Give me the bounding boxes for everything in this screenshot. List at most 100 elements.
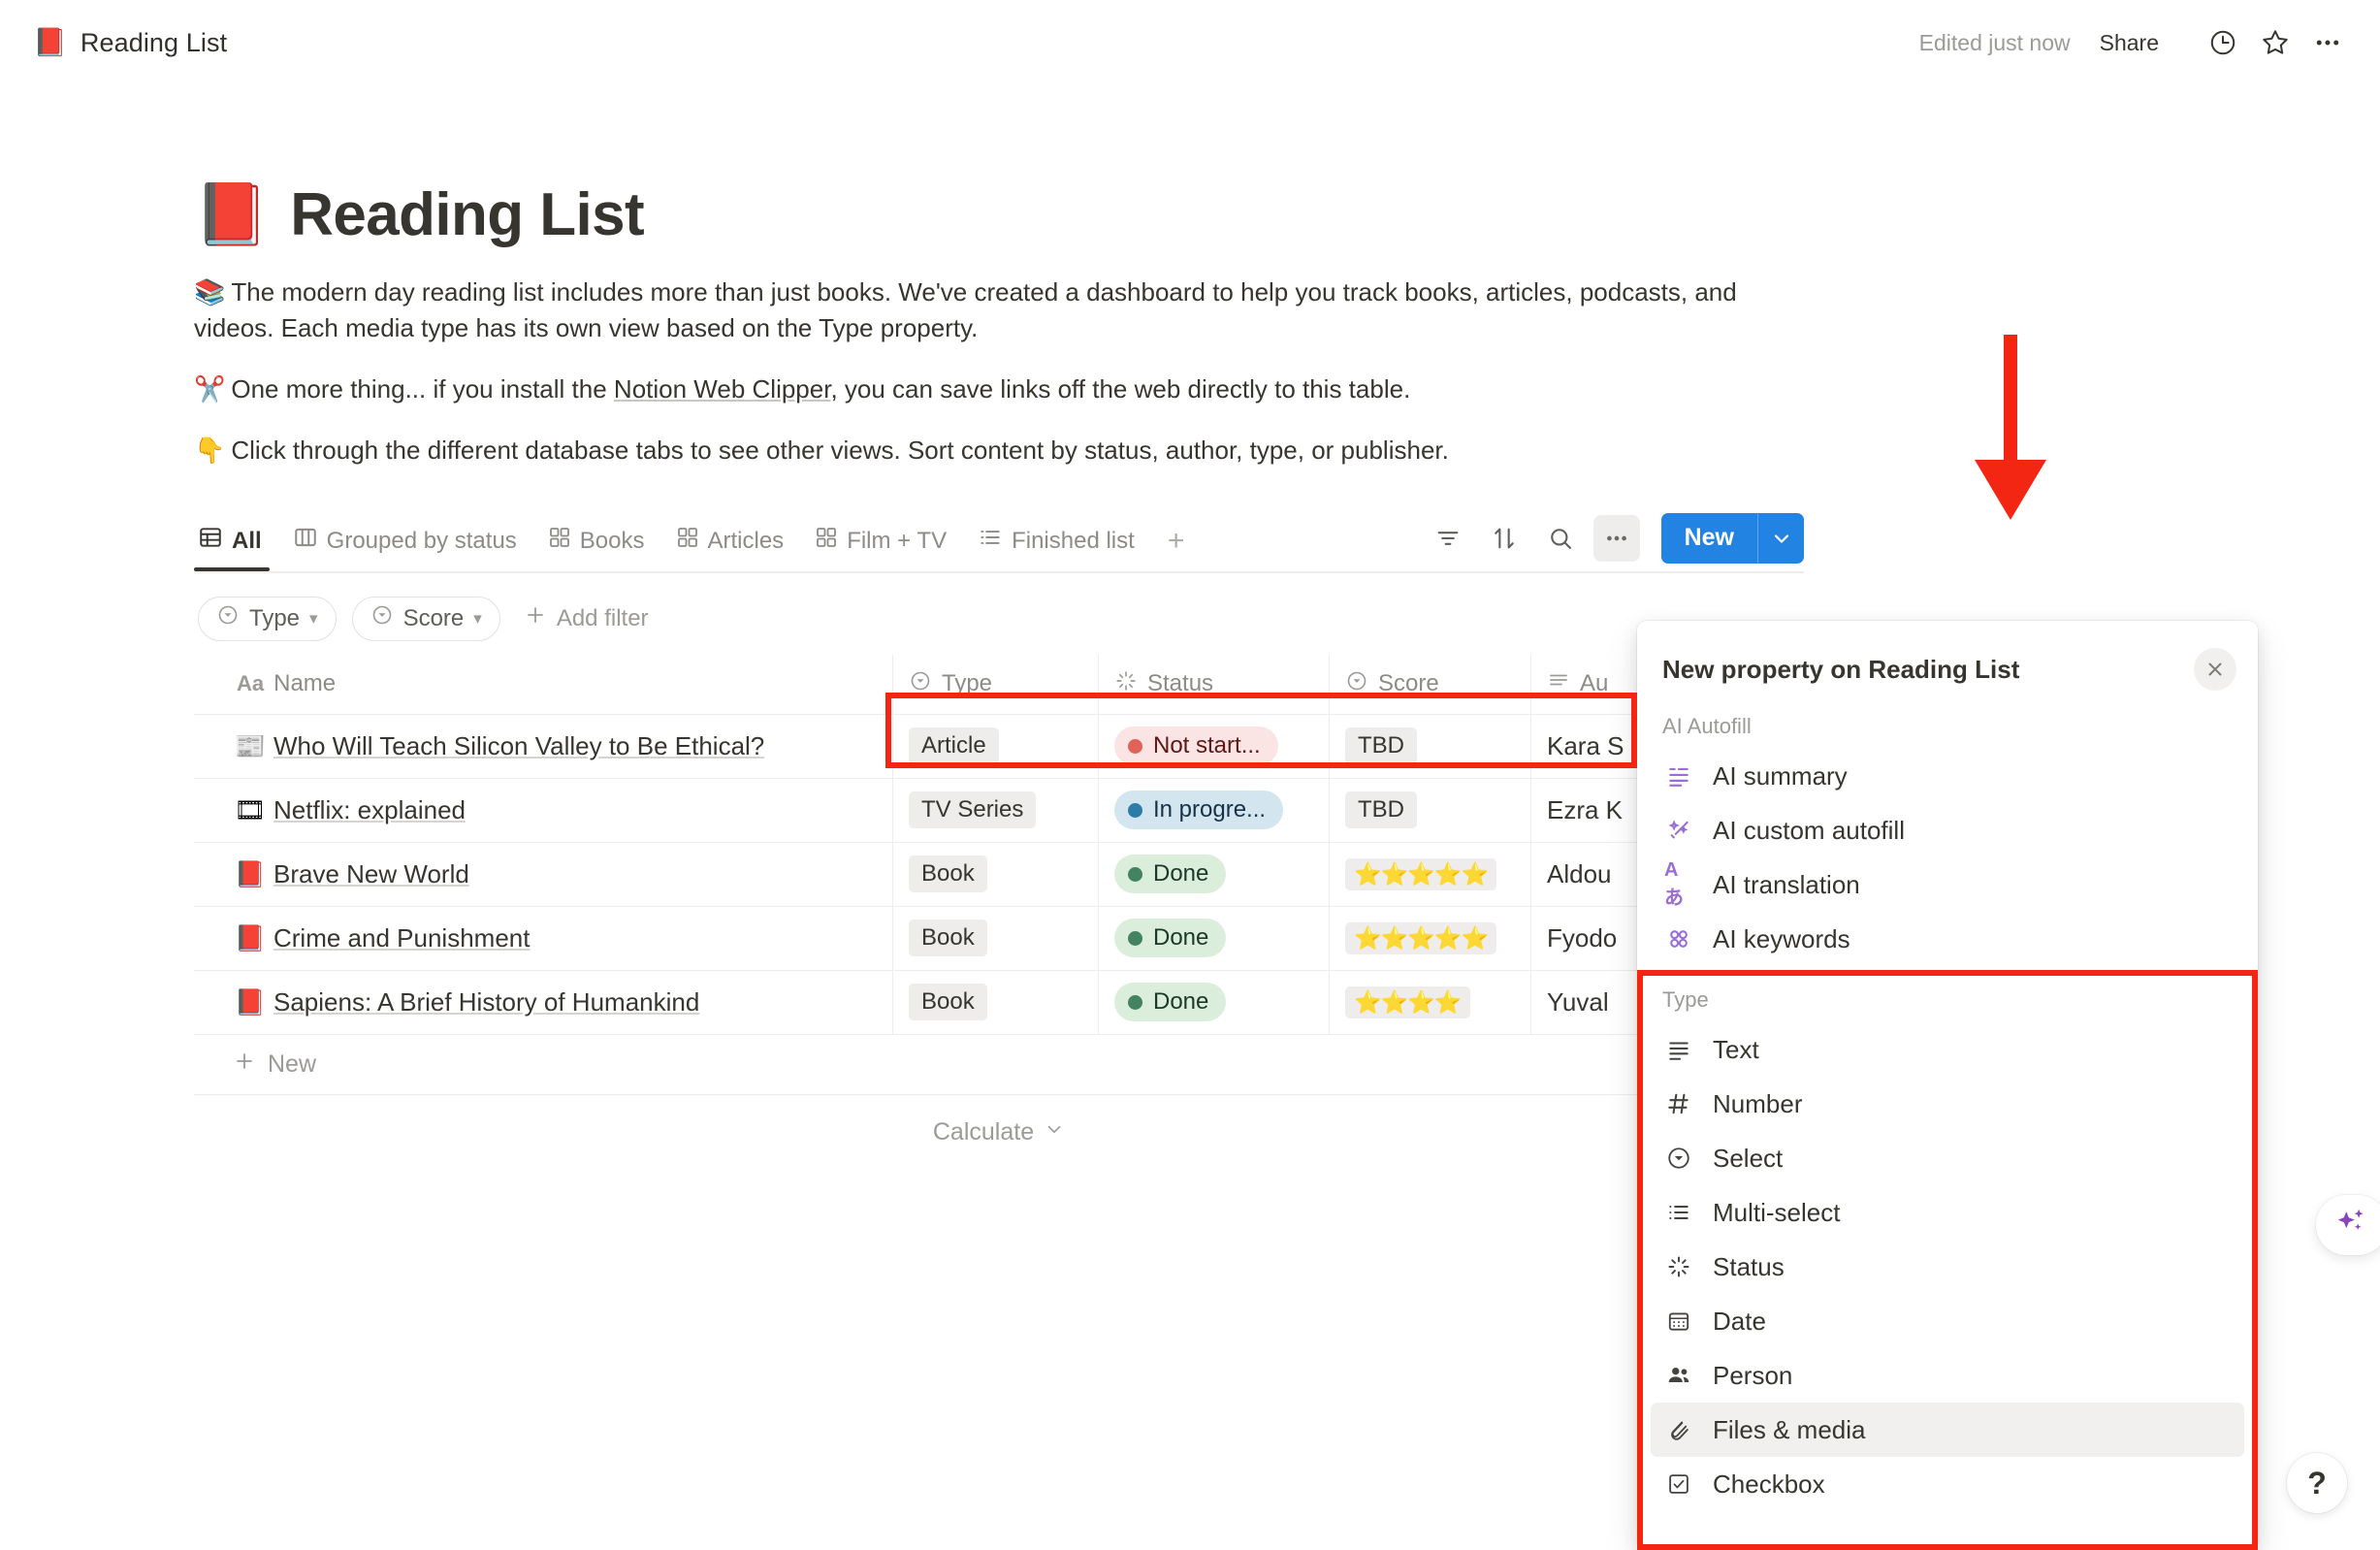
- page-emoji-icon: 📕: [194, 180, 270, 248]
- filter-chip-score[interactable]: Score ▾: [351, 596, 500, 641]
- menu-item-label: Number: [1713, 1088, 1803, 1118]
- menu-item-label: Person: [1713, 1360, 1793, 1390]
- sidebar-item-view-books[interactable]: Books: [532, 513, 660, 569]
- new-button[interactable]: New: [1660, 512, 1804, 564]
- menu-item-checkbox[interactable]: Checkbox: [1651, 1457, 2244, 1511]
- menu-item-ai-summary[interactable]: AI summary: [1651, 749, 2244, 803]
- breadcrumb-title[interactable]: Reading List: [80, 28, 227, 58]
- row-score-cell[interactable]: ⭐⭐⭐⭐⭐: [1329, 842, 1530, 906]
- row-name-cell[interactable]: 📕 Crime and Punishment: [194, 907, 892, 970]
- menu-item-ai-custom-autofill[interactable]: AI custom autofill: [1651, 803, 2244, 857]
- filter-icon[interactable]: [1425, 515, 1471, 562]
- sidebar-item-view-all[interactable]: All: [194, 513, 277, 571]
- status-label: Not start...: [1153, 732, 1261, 759]
- more-options-icon[interactable]: [1592, 514, 1640, 562]
- row-status-cell[interactable]: Not start...: [1098, 714, 1329, 778]
- row-score-cell[interactable]: ⭐⭐⭐⭐⭐: [1329, 906, 1530, 970]
- column-header-score[interactable]: Score: [1329, 654, 1530, 714]
- notion-web-clipper-link[interactable]: Notion Web Clipper: [614, 374, 831, 404]
- menu-item-files-and-media[interactable]: Files & media: [1651, 1403, 2244, 1457]
- star-icon[interactable]: [2254, 21, 2297, 64]
- menu-item-label: Files & media: [1713, 1414, 1866, 1444]
- row-type-cell[interactable]: Book: [892, 906, 1098, 970]
- menu-item-number[interactable]: Number: [1651, 1077, 2244, 1131]
- add-new-row-button[interactable]: New: [194, 1035, 1804, 1095]
- table-row[interactable]: 🎞 Netflix: explained TV Series In progre...…: [194, 778, 1804, 843]
- menu-item-multi-select[interactable]: Multi-select: [1651, 1185, 2244, 1240]
- menu-item-label: Multi-select: [1713, 1197, 1841, 1227]
- gallery-view-icon: [548, 526, 571, 556]
- ai-summary-icon: [1664, 763, 1693, 789]
- sidebar-item-view-finished-list[interactable]: Finished list: [962, 513, 1150, 569]
- sidebar-item-view-grouped-by-status[interactable]: Grouped by status: [277, 513, 532, 569]
- menu-item-text[interactable]: Text: [1651, 1022, 2244, 1077]
- menu-item-ai-keywords[interactable]: AI keywords: [1651, 912, 2244, 966]
- menu-item-select[interactable]: Select: [1651, 1131, 2244, 1185]
- breadcrumb[interactable]: 📕 Reading List: [0, 28, 227, 58]
- page-title[interactable]: Reading List: [290, 180, 644, 249]
- row-name-cell[interactable]: 📕 Sapiens: A Brief History of Humankind: [194, 971, 892, 1034]
- row-name-cell[interactable]: 📕 Brave New World: [194, 843, 892, 906]
- table-row[interactable]: 📕 Brave New World Book Done ⭐⭐⭐⭐⭐ Aldou: [194, 842, 1804, 907]
- calculate-button[interactable]: Calculate: [933, 1118, 1065, 1146]
- sidebar-item-view-articles[interactable]: Articles: [660, 513, 800, 569]
- row-name-cell[interactable]: 🎞 Netflix: explained: [194, 779, 892, 842]
- menu-item-person[interactable]: Person: [1651, 1348, 2244, 1403]
- share-button[interactable]: Share: [2100, 30, 2159, 56]
- row-status-cell[interactable]: In progre...: [1098, 778, 1329, 842]
- row-type-cell[interactable]: Book: [892, 970, 1098, 1034]
- plus-icon: [524, 603, 547, 633]
- sort-icon[interactable]: [1481, 515, 1528, 562]
- row-name-cell[interactable]: 📰 Who Will Teach Silicon Valley to Be Eth…: [194, 715, 892, 778]
- top-bar: 📕 Reading List Edited just now Share: [0, 0, 2380, 85]
- menu-item-date[interactable]: Date: [1651, 1294, 2244, 1348]
- table-footer: Calculate: [194, 1095, 1804, 1171]
- row-status-cell[interactable]: Done: [1098, 842, 1329, 906]
- column-header-status[interactable]: Status: [1098, 654, 1329, 714]
- row-score-cell[interactable]: ⭐⭐⭐⭐: [1329, 970, 1530, 1034]
- table-row[interactable]: 📰 Who Will Teach Silicon Valley to Be Eth…: [194, 714, 1804, 779]
- database-view-tabs: All Grouped by status Books Articles Fil…: [194, 512, 1804, 573]
- menu-item-label: AI translation: [1713, 869, 1860, 899]
- filter-chip-type[interactable]: Type ▾: [198, 596, 337, 641]
- row-title[interactable]: Crime and Punishment: [273, 923, 530, 953]
- table-row[interactable]: 📕 Crime and Punishment Book Done ⭐⭐⭐⭐⭐ Fyodo: [194, 906, 1804, 971]
- row-title[interactable]: Who Will Teach Silicon Valley to Be Ethi…: [273, 731, 764, 761]
- table-row[interactable]: 📕 Sapiens: A Brief History of Humankind Bo…: [194, 970, 1804, 1035]
- help-button[interactable]: ?: [2287, 1453, 2347, 1513]
- chevron-down-icon[interactable]: [1757, 512, 1804, 564]
- author-name: Kara S: [1547, 730, 1624, 760]
- column-header-type[interactable]: Type: [892, 654, 1098, 714]
- row-type-cell[interactable]: Article: [892, 714, 1098, 778]
- status-badge: Not start...: [1114, 727, 1278, 766]
- select-property-icon: [216, 603, 240, 633]
- row-title[interactable]: Brave New World: [273, 859, 469, 889]
- add-filter-button[interactable]: Add filter: [524, 603, 649, 633]
- menu-item-status[interactable]: Status: [1651, 1240, 2244, 1294]
- row-score-cell[interactable]: TBD: [1329, 714, 1530, 778]
- close-icon[interactable]: [2194, 648, 2236, 691]
- history-clock-icon[interactable]: [2202, 21, 2244, 64]
- row-status-cell[interactable]: Done: [1098, 906, 1329, 970]
- search-icon[interactable]: [1537, 515, 1584, 562]
- ai-assistant-button[interactable]: [2316, 1195, 2380, 1255]
- text-icon: [1664, 1037, 1693, 1062]
- row-title[interactable]: Netflix: explained: [273, 795, 466, 825]
- clipper-pre-text: One more thing... if you install the: [231, 373, 614, 404]
- add-view-button[interactable]: +: [1150, 525, 1203, 558]
- chevron-down-icon: [1044, 1118, 1065, 1146]
- intro-paragraph-1-text: The modern day reading list includes mor…: [194, 277, 1737, 342]
- row-type-cell[interactable]: Book: [892, 842, 1098, 906]
- book-icon: 📕: [33, 27, 67, 57]
- row-type-cell[interactable]: TV Series: [892, 778, 1098, 842]
- row-status-cell[interactable]: Done: [1098, 970, 1329, 1034]
- view-tab-label: Finished list: [1012, 527, 1135, 554]
- column-header-name[interactable]: Aa Name: [194, 655, 892, 714]
- select-property-icon: [370, 603, 394, 633]
- sidebar-item-view-film-tv[interactable]: Film + TV: [799, 513, 962, 569]
- plus-icon: [233, 1049, 256, 1080]
- menu-item-ai-translation[interactable]: Aあ AI translation: [1651, 857, 2244, 912]
- row-title[interactable]: Sapiens: A Brief History of Humankind: [273, 987, 699, 1017]
- more-options-icon[interactable]: [2306, 21, 2349, 64]
- row-score-cell[interactable]: TBD: [1329, 778, 1530, 842]
